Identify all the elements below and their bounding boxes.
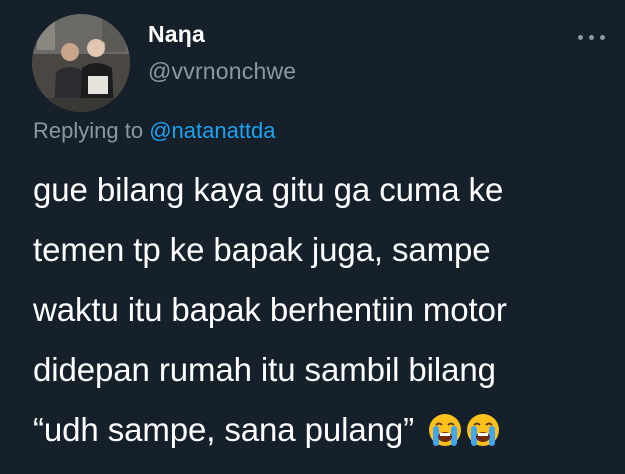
replying-prefix: Replying to [33,118,144,143]
tweet-text-line: gue bilang kaya gitu ga cuma ke [33,171,504,208]
tweet-text-last-line: “udh sampe, sana pulang” [33,400,618,460]
tweet-text: gue bilang kaya gitu ga cuma ke temen tp… [33,160,618,460]
tweet: Naηa @vvrnonchwe Replying to @natanattda… [0,0,625,474]
tweet-text-line: didepan rumah itu sambil bilang [33,351,496,388]
display-name[interactable]: Naηa [148,21,205,48]
avatar-photo [32,14,130,112]
more-options-icon[interactable] [576,30,608,44]
loudly-crying-face-icon [428,413,462,447]
avatar[interactable] [32,14,130,112]
user-handle[interactable]: @vvrnonchwe [148,58,296,85]
loudly-crying-face-icon [466,413,500,447]
tweet-text-line: temen tp ke bapak juga, sampe [33,231,491,268]
reply-mention-link[interactable]: @natanattda [149,118,275,143]
replying-to: Replying to @natanattda [33,118,276,144]
tweet-text-line: waktu itu bapak berhentiin motor [33,291,507,328]
tweet-text-line: “udh sampe, sana pulang” [33,411,415,448]
